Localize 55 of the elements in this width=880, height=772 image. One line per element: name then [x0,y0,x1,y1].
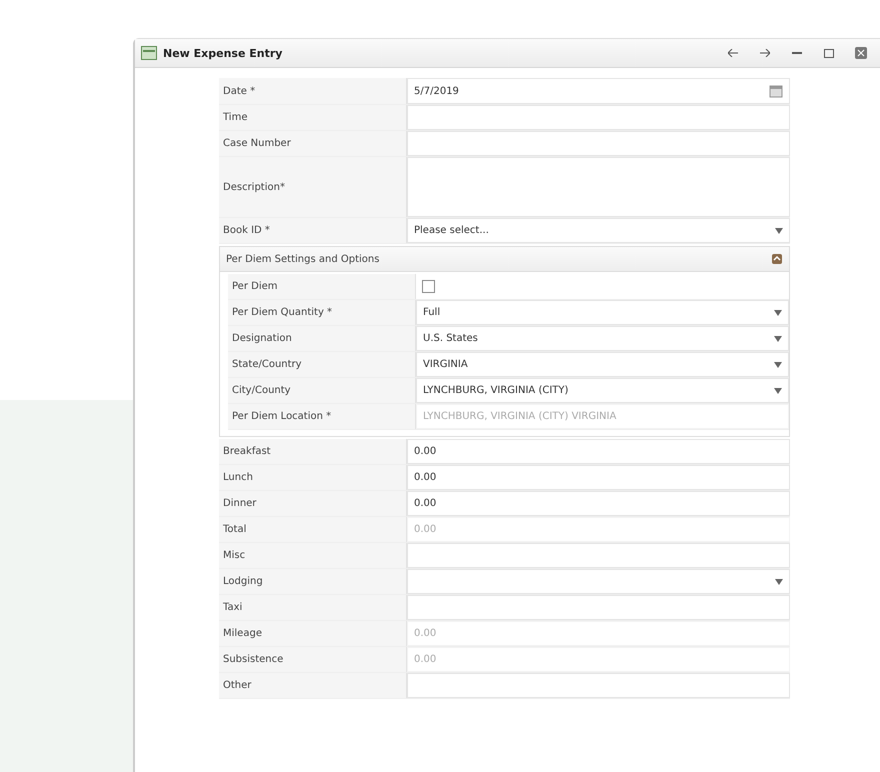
field-label: Per Diem Location * [228,404,416,429]
field-label: Mileage [219,621,407,646]
input-field[interactable] [407,673,790,698]
field-label: Time [219,105,407,130]
input-field[interactable] [407,105,790,130]
field-label: City/County [228,378,416,403]
caret-icon [774,310,782,316]
input-field[interactable] [407,595,790,620]
minimize-icon [792,52,802,54]
select-field[interactable]: Full [416,300,789,325]
field-label: Lunch [219,465,407,490]
select-field[interactable] [407,569,790,594]
window-title: New Expense Entry [163,46,284,60]
select-field[interactable]: Please select... [407,218,790,243]
caret-icon [775,228,783,234]
caret-icon [774,362,782,368]
left-arrow-icon [728,49,738,57]
input-field[interactable]: 0.00 [407,465,790,490]
right-arrow-icon [760,49,770,57]
calendar-icon[interactable] [769,84,783,98]
collapse-icon[interactable] [771,253,783,265]
field-label: Dinner [219,491,407,516]
caret-icon [774,388,782,394]
checkbox[interactable] [422,280,435,293]
input-field[interactable]: 0.00 [407,491,790,516]
panel-title: Per Diem Settings and Options [226,254,380,264]
field-label: Misc [219,543,407,568]
field-label: Designation [228,326,416,351]
field-label: Total [219,517,407,542]
field-label: Breakfast [219,439,407,464]
select-field[interactable]: U.S. States [416,326,789,351]
field-label: Date * [219,78,407,104]
panel-header[interactable]: Per Diem Settings and Options [220,247,789,272]
field-label: Book ID * [219,218,407,243]
field-label: Lodging [219,569,407,594]
field-label: Per Diem Quantity * [228,300,416,325]
field-label: Case Number [219,131,407,156]
input-field[interactable] [407,131,790,156]
date-field[interactable]: 5/7/2019 [407,78,790,104]
caret-icon [774,336,782,342]
caret-icon [775,578,783,584]
field-label: Description* [219,157,407,217]
input-field[interactable]: 0.00 [407,439,790,464]
field-label: Per Diem [228,274,416,299]
form-icon [141,46,157,60]
select-field[interactable]: VIRGINIA [416,352,789,377]
maximize-icon [824,48,834,58]
field-label: State/Country [228,352,416,377]
close-icon [855,47,867,59]
field-label: Other [219,673,407,698]
input-field[interactable] [407,543,790,568]
field-label: Subsistence [219,647,407,672]
description-field[interactable] [407,157,790,217]
select-field[interactable]: LYNCHBURG, VIRGINIA (CITY) [416,378,789,403]
field-label: Taxi [219,595,407,620]
